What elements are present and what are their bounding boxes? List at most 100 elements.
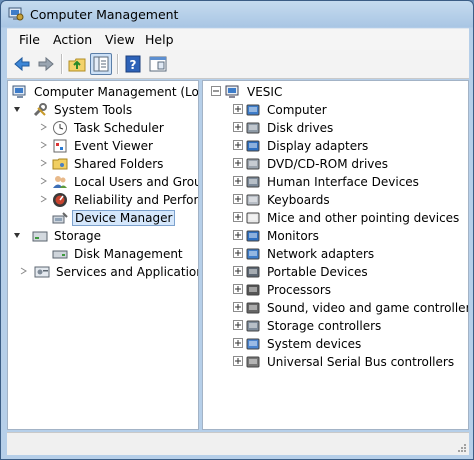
- performance-gauge-icon: [53, 193, 67, 207]
- computer-management-window: Computer Management File Action View Hel…: [0, 0, 474, 460]
- disk-drive-icon: [246, 122, 260, 134]
- toolbar-separator: [61, 54, 63, 74]
- expand-box-icon[interactable]: [233, 104, 243, 114]
- tree-label-local-users: Local Users and Groups: [74, 175, 198, 189]
- device-category-label: Processors: [267, 283, 332, 297]
- console-tree-pane[interactable]: Computer Management (Local System Tools …: [7, 80, 199, 430]
- system-device-icon: [246, 338, 260, 350]
- computer-icon: [225, 85, 239, 98]
- portable-device-icon: [246, 266, 260, 278]
- tree-label-task-scheduler: Task Scheduler: [74, 121, 164, 135]
- expand-arrow-icon[interactable]: [18, 266, 28, 276]
- sound-icon: [246, 302, 260, 314]
- device-category-label: Universal Serial Bus controllers: [267, 355, 455, 369]
- help-icon[interactable]: ?: [122, 53, 144, 75]
- mouse-icon: [246, 212, 260, 224]
- menu-view-label: View: [105, 32, 135, 47]
- expand-box-icon[interactable]: [233, 266, 243, 276]
- shared-folder-icon: [52, 158, 68, 170]
- forward-icon[interactable]: [35, 53, 57, 75]
- window-title: Computer Management: [30, 7, 179, 22]
- expand-box-icon[interactable]: [233, 140, 243, 150]
- computer-management-icon: [12, 85, 26, 98]
- device-category-label: Storage controllers: [267, 319, 382, 333]
- monitor-icon: [246, 230, 260, 242]
- title-bar[interactable]: Computer Management: [1, 1, 473, 27]
- collapse-box-icon[interactable]: [211, 86, 221, 96]
- computer-management-icon: [8, 7, 24, 21]
- device-root-label: VESIC: [247, 85, 283, 99]
- device-category-label: Computer: [267, 103, 327, 117]
- device-category-label: DVD/CD-ROM drives: [267, 157, 389, 171]
- tree-label-storage: Storage: [54, 229, 101, 243]
- device-category-label: Portable Devices: [267, 265, 368, 279]
- expand-arrow-icon[interactable]: [38, 194, 48, 204]
- collapse-arrow-icon[interactable]: [12, 104, 22, 114]
- expand-arrow-icon[interactable]: [38, 140, 48, 150]
- users-icon: [53, 176, 67, 188]
- tree-label-reliability: Reliability and Performa: [74, 193, 199, 207]
- menu-file[interactable]: File: [19, 32, 40, 47]
- expand-box-icon[interactable]: [233, 212, 243, 222]
- toolbar-separator-2: [117, 54, 119, 74]
- expand-box-icon[interactable]: [233, 356, 243, 366]
- menu-file-label: File: [19, 32, 40, 47]
- menu-help-label: Help: [145, 32, 174, 47]
- expand-arrow-icon[interactable]: [38, 122, 48, 132]
- expand-box-icon[interactable]: [233, 302, 243, 312]
- usb-icon: [246, 356, 260, 368]
- tree-label-services: Services and Applications: [56, 265, 199, 279]
- menu-bar: File Action View Help: [7, 28, 469, 51]
- menu-action[interactable]: Action: [53, 32, 92, 47]
- menu-help[interactable]: Help: [145, 32, 174, 47]
- device-category-label: Monitors: [267, 229, 319, 243]
- tree-label-event-viewer: Event Viewer: [74, 139, 153, 153]
- expand-box-icon[interactable]: [233, 284, 243, 294]
- expand-box-icon[interactable]: [233, 176, 243, 186]
- device-category-label: Display adapters: [267, 139, 369, 153]
- expand-arrow-icon[interactable]: [38, 158, 48, 168]
- device-list-pane[interactable]: VESIC Computer Disk drives Display adapter…: [202, 80, 469, 430]
- storage-controller-icon: [246, 320, 260, 332]
- toolbar: ?: [7, 50, 469, 79]
- expand-box-icon[interactable]: [233, 122, 243, 132]
- collapse-arrow-icon[interactable]: [12, 230, 22, 240]
- menu-view[interactable]: View: [105, 32, 135, 47]
- expand-box-icon[interactable]: [233, 230, 243, 240]
- tools-icon: [33, 103, 47, 117]
- hid-icon: [246, 176, 260, 188]
- display-adapter-icon: [246, 140, 260, 152]
- resize-grip-icon[interactable]: [457, 443, 467, 453]
- device-manager-icon: [52, 212, 68, 224]
- clock-icon: [53, 121, 67, 135]
- device-category-label: Mice and other pointing devices: [267, 211, 460, 225]
- expand-box-icon[interactable]: [233, 194, 243, 204]
- storage-icon: [32, 231, 48, 242]
- expand-box-icon[interactable]: [233, 338, 243, 348]
- device-category-label: Human Interface Devices: [267, 175, 419, 189]
- disk-drive-icon: [52, 250, 68, 259]
- back-icon[interactable]: [11, 53, 33, 75]
- tree-label-disk-management: Disk Management: [74, 247, 183, 261]
- dvd-drive-icon: [246, 158, 260, 170]
- keyboard-icon: [246, 194, 260, 206]
- device-category-label: Disk drives: [267, 121, 334, 135]
- expand-box-icon[interactable]: [233, 158, 243, 168]
- up-folder-icon[interactable]: [66, 53, 88, 75]
- expand-arrow-icon[interactable]: [38, 176, 48, 186]
- expand-box-icon[interactable]: [233, 248, 243, 258]
- device-category-label: Keyboards: [267, 193, 330, 207]
- expand-box-icon[interactable]: [233, 320, 243, 330]
- tree-label-shared-folders: Shared Folders: [74, 157, 164, 171]
- properties-view-icon[interactable]: [147, 53, 169, 75]
- network-adapter-icon: [246, 248, 260, 260]
- event-log-icon: [53, 139, 67, 153]
- tree-label-system-tools: System Tools: [54, 103, 133, 117]
- processor-icon: [246, 284, 260, 296]
- status-bar: [7, 432, 469, 455]
- device-category-label: Network adapters: [267, 247, 375, 261]
- computer-icon: [246, 104, 260, 116]
- services-icon: [34, 266, 50, 278]
- svg-text:?: ?: [130, 58, 137, 72]
- show-hide-tree-icon[interactable]: [90, 53, 112, 75]
